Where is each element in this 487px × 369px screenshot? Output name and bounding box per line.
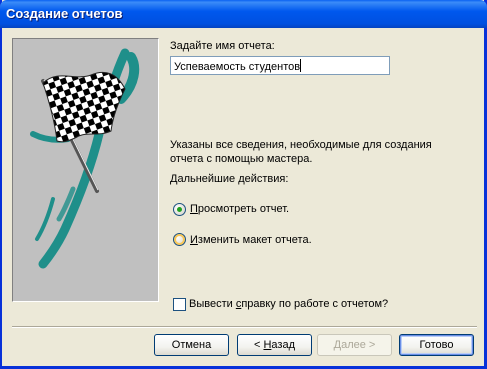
text-caret bbox=[300, 59, 302, 72]
title-bar[interactable]: Создание отчетов bbox=[0, 0, 487, 28]
next-button[interactable]: Далее > bbox=[317, 334, 392, 356]
report-name-value: Успеваемость студентов bbox=[174, 61, 301, 73]
next-actions-label: Дальнейшие действия: bbox=[170, 173, 289, 185]
modify-radio[interactable] bbox=[173, 233, 186, 246]
report-name-label: Задайте имя отчета: bbox=[170, 40, 275, 52]
info-line-1: Указаны все сведения, необходимые для со… bbox=[170, 139, 432, 151]
window-title: Создание отчетов bbox=[6, 6, 123, 21]
back-button[interactable]: < Назад bbox=[237, 334, 312, 356]
wizard-illustration bbox=[12, 38, 159, 302]
preview-label[interactable]: Просмотреть отчет. bbox=[190, 203, 289, 215]
finish-button[interactable]: Готово bbox=[399, 334, 474, 356]
report-name-input[interactable]: Успеваемость студентов bbox=[170, 56, 390, 75]
cancel-button[interactable]: Отмена bbox=[154, 334, 229, 356]
help-checkbox[interactable] bbox=[173, 298, 186, 311]
info-line-2: отчета с помощью мастера. bbox=[170, 153, 313, 165]
preview-radio[interactable] bbox=[173, 203, 186, 216]
help-label[interactable]: Вывести справку по работе с отчетом? bbox=[189, 298, 388, 310]
report-wizard-window: Создание отчетов Задайте имя отчета: Усп… bbox=[0, 0, 487, 369]
checkered-flag-icon bbox=[30, 48, 140, 269]
footer-divider bbox=[12, 326, 477, 328]
modify-label[interactable]: Изменить макет отчета. bbox=[190, 234, 312, 246]
